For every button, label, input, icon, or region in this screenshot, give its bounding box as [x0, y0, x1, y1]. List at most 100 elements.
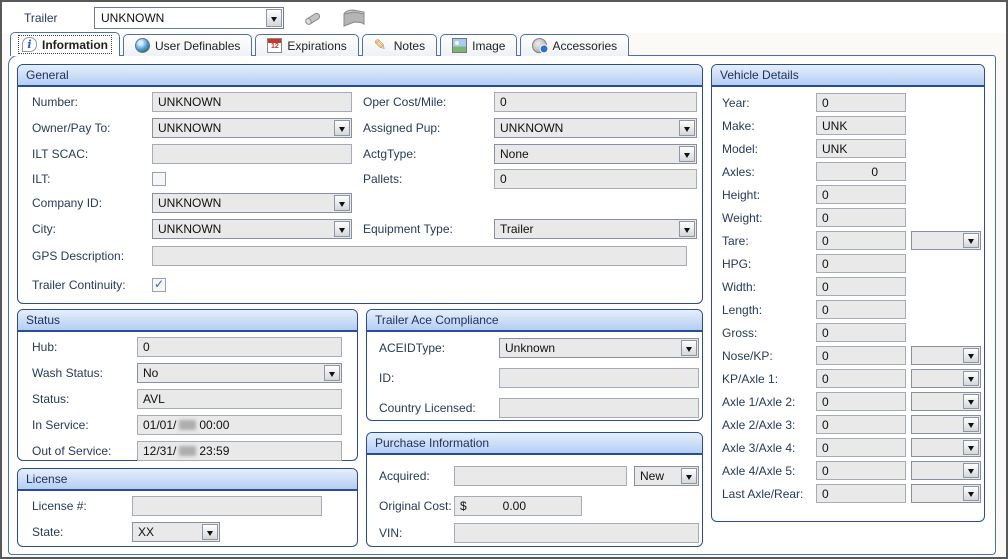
wash-status-combo[interactable]: No	[137, 363, 342, 383]
country-licensed-field[interactable]	[499, 398, 699, 418]
status-field[interactable]: AVL	[137, 389, 342, 409]
trailer-selector-combo[interactable]: UNKNOWN	[94, 7, 284, 29]
field-value: 0	[822, 349, 900, 363]
dropdown-button[interactable]	[679, 221, 695, 237]
original-cost-label: Original Cost:	[379, 499, 452, 513]
dropdown-button[interactable]	[679, 120, 695, 136]
dropdown-button[interactable]	[324, 365, 340, 381]
license-field[interactable]	[132, 496, 322, 516]
aceidtype-combo[interactable]: Unknown	[499, 338, 699, 358]
model-field[interactable]: UNK	[816, 139, 906, 158]
make-field[interactable]: UNK	[816, 116, 906, 135]
id-field[interactable]	[499, 368, 699, 388]
vin-field[interactable]	[454, 523, 699, 543]
last-axle-rear-unit-combo[interactable]	[911, 484, 981, 503]
nose-kp-unit-combo[interactable]	[911, 346, 981, 365]
dropdown-button[interactable]	[963, 371, 979, 386]
book-icon[interactable]	[340, 8, 370, 28]
dropdown-button[interactable]	[963, 233, 979, 248]
axle-3-axle-4-unit-combo[interactable]	[911, 438, 981, 457]
state-combo[interactable]: XX	[132, 522, 220, 542]
weight-field[interactable]: 0	[816, 208, 906, 227]
axle-1-axle-2-label: Axle 1/Axle 2:	[722, 395, 795, 409]
nose-kp-field[interactable]: 0	[816, 346, 906, 365]
axle-2-axle-3-unit-combo[interactable]	[911, 415, 981, 434]
date-suffix: 00:00	[199, 418, 229, 432]
license-label: License #:	[32, 499, 87, 513]
number-field[interactable]: UNKNOWN	[152, 92, 352, 112]
tab-inner: Information	[19, 36, 111, 53]
dropdown-button[interactable]	[963, 463, 979, 478]
out-of-service-field[interactable]: 12/31/23:59	[137, 441, 342, 461]
length-field[interactable]: 0	[816, 300, 906, 319]
city-combo[interactable]: UNKNOWN	[152, 219, 352, 239]
height-field[interactable]: 0	[816, 185, 906, 204]
assigned-pup-combo[interactable]: UNKNOWN	[494, 118, 697, 138]
owner-pay-to-combo[interactable]: UNKNOWN	[152, 118, 352, 138]
axle-4-axle-5-field[interactable]: 0	[816, 461, 906, 480]
acquired-field[interactable]	[454, 466, 627, 486]
dropdown-button[interactable]	[963, 440, 979, 455]
actgtype-combo[interactable]: None	[494, 144, 697, 164]
dropdown-button[interactable]	[681, 340, 697, 356]
tab-accessories[interactable]: Accessories	[520, 34, 629, 56]
tab-label: Notes	[394, 39, 425, 53]
axles-field[interactable]: 0	[816, 162, 906, 181]
company-id-combo[interactable]: UNKNOWN	[152, 193, 352, 213]
ilt-checkbox[interactable]	[152, 172, 166, 186]
ilt-scac-field[interactable]	[152, 144, 352, 164]
axle-1-axle-2-field[interactable]: 0	[816, 392, 906, 411]
actgtype-label: ActgType:	[363, 147, 416, 161]
globe-icon	[135, 38, 150, 53]
gps-description-field[interactable]	[152, 246, 687, 266]
kp-axle-1-unit-combo[interactable]	[911, 369, 981, 388]
field-value: 0	[822, 211, 900, 225]
acquired-condition-combo[interactable]: New	[634, 466, 699, 486]
status-groupbox: Status Hub:0Wash Status:NoStatus:AVLIn S…	[17, 309, 358, 461]
edit-pencil-icon[interactable]	[300, 8, 330, 28]
hpg-field[interactable]: 0	[816, 254, 906, 273]
oper-cost-mile-field[interactable]: 0	[494, 92, 697, 112]
dropdown-button[interactable]	[963, 417, 979, 432]
dropdown-button[interactable]	[334, 195, 350, 211]
tab-expirations[interactable]: Expirations	[255, 34, 358, 56]
dropdown-button[interactable]	[334, 221, 350, 237]
kp-axle-1-field[interactable]: 0	[816, 369, 906, 388]
axle-1-axle-2-unit-combo[interactable]	[911, 392, 981, 411]
dropdown-button[interactable]	[202, 524, 218, 540]
axle-2-axle-3-field[interactable]: 0	[816, 415, 906, 434]
axle-3-axle-4-field[interactable]: 0	[816, 438, 906, 457]
pallets-field[interactable]: 0	[494, 169, 697, 189]
year-field[interactable]: 0	[816, 93, 906, 112]
dropdown-button[interactable]	[681, 468, 697, 484]
last-axle-rear-field[interactable]: 0	[816, 484, 906, 503]
field-value: 0	[500, 172, 691, 186]
tab-information[interactable]: Information	[10, 32, 120, 56]
equipment-type-combo[interactable]: Trailer	[494, 219, 697, 239]
dropdown-button[interactable]	[334, 120, 350, 136]
hpg-label: HPG:	[722, 257, 751, 271]
gross-field[interactable]: 0	[816, 323, 906, 342]
dropdown-button[interactable]	[679, 146, 695, 162]
tare-field[interactable]: 0	[816, 231, 906, 250]
dropdown-button[interactable]	[963, 486, 979, 501]
dropdown-button[interactable]	[963, 394, 979, 409]
tab-user-definables[interactable]: User Definables	[123, 34, 252, 56]
trailer-continuity-checkbox[interactable]: ✓	[152, 278, 166, 292]
tare-unit-combo[interactable]	[911, 231, 981, 250]
in-service-field[interactable]: 01/01/00:00	[137, 415, 342, 435]
assigned-pup-label: Assigned Pup:	[363, 121, 440, 135]
nose-kp-label: Nose/KP:	[722, 349, 773, 363]
general-groupbox: General Number:UNKNOWNOwner/Pay To:UNKNO…	[17, 64, 703, 304]
tab-notes[interactable]: Notes	[362, 34, 437, 56]
tab-image[interactable]: Image	[440, 34, 517, 56]
original-cost-field[interactable]: $0.00	[454, 496, 582, 516]
width-field[interactable]: 0	[816, 277, 906, 296]
down-arrow-icon	[684, 127, 690, 135]
dropdown-button[interactable]	[963, 348, 979, 363]
field-value: AVL	[143, 392, 336, 406]
axle-4-axle-5-unit-combo[interactable]	[911, 461, 981, 480]
dropdown-button[interactable]	[266, 9, 282, 27]
field-value: UNK	[822, 142, 900, 156]
hub-field[interactable]: 0	[137, 337, 342, 357]
